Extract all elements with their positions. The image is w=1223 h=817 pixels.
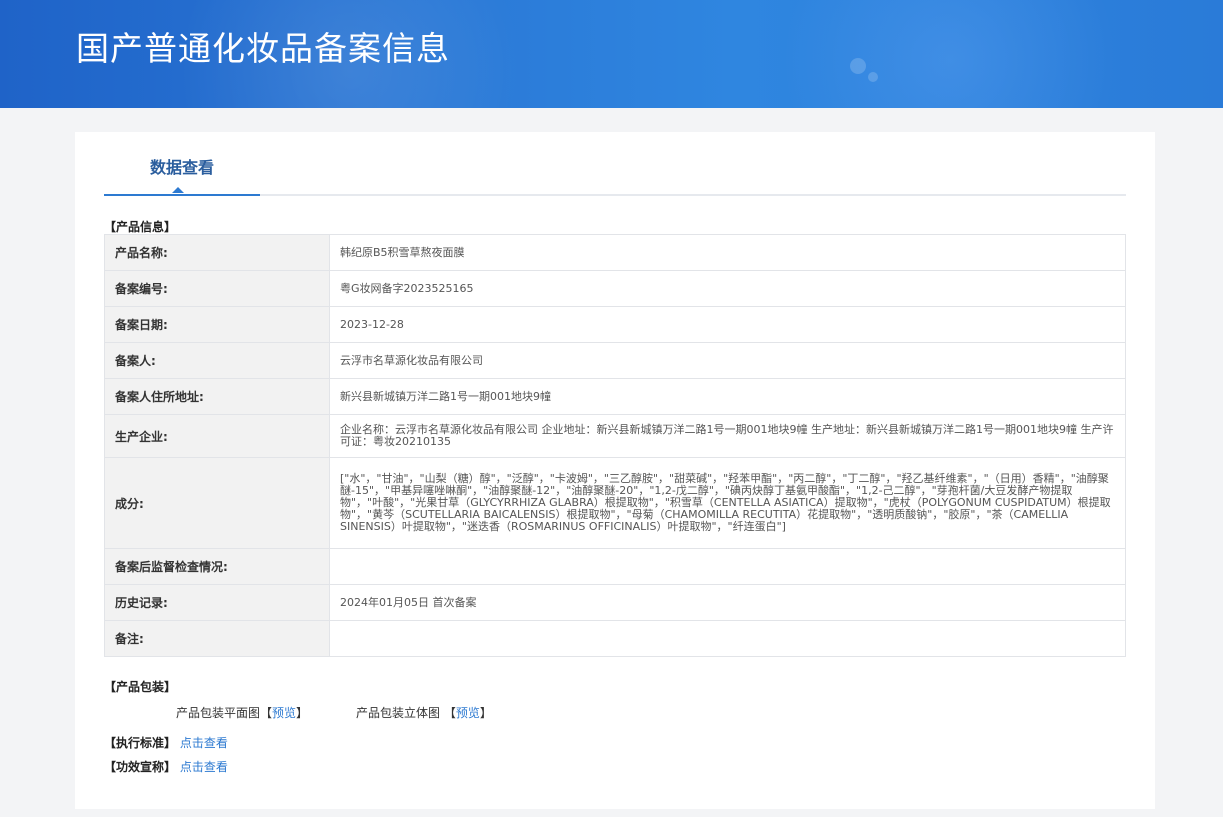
preview-solid-link[interactable]: 预览 bbox=[456, 706, 480, 720]
row-label: 备案日期: bbox=[104, 306, 330, 343]
row-value: 2023-12-28 bbox=[329, 306, 1126, 343]
product-info-table: 产品名称: 韩纪原B5积雪草熬夜面膜 备案编号: 粤G妆网备字202352516… bbox=[104, 234, 1126, 657]
banner-decoration bbox=[760, 0, 1140, 108]
table-row: 成分: ["水"，"甘油"，"山梨（糖）醇"，"泛醇"，"卡波姆"，"三乙醇胺"… bbox=[104, 457, 1126, 549]
row-value: 2024年01月05日 首次备案 bbox=[329, 584, 1126, 621]
row-label: 备案人住所地址: bbox=[104, 378, 330, 415]
header-banner: 国产普通化妆品备案信息 bbox=[0, 0, 1223, 108]
row-label: 备案编号: bbox=[104, 270, 330, 307]
table-row: 备案人住所地址: 新兴县新城镇万洋二路1号一期001地块9幢 bbox=[104, 378, 1126, 415]
bracket: 】 bbox=[479, 706, 492, 720]
standard-link[interactable]: 点击查看 bbox=[180, 736, 228, 750]
row-label: 生产企业: bbox=[104, 414, 330, 458]
efficacy-title: 【功效宣称】 bbox=[104, 760, 177, 774]
banner-decoration bbox=[868, 72, 878, 82]
tab-bar: 数据查看 bbox=[104, 132, 1126, 196]
row-label: 产品名称: bbox=[104, 234, 330, 271]
package-solid-label: 产品包装立体图 bbox=[356, 706, 441, 720]
row-label: 备案后监督检查情况: bbox=[104, 548, 330, 585]
table-row: 备案后监督检查情况: bbox=[104, 548, 1126, 585]
table-row: 备案人: 云浮市名草源化妆品有限公司 bbox=[104, 342, 1126, 379]
row-label: 成分: bbox=[104, 457, 330, 549]
row-value: 韩纪原B5积雪草熬夜面膜 bbox=[329, 234, 1126, 271]
row-value bbox=[329, 620, 1126, 657]
table-row: 产品名称: 韩纪原B5积雪草熬夜面膜 bbox=[104, 234, 1126, 271]
row-value: 云浮市名草源化妆品有限公司 bbox=[329, 342, 1126, 379]
table-row: 生产企业: 企业名称：云浮市名草源化妆品有限公司 企业地址：新兴县新城镇万洋二路… bbox=[104, 414, 1126, 458]
row-value bbox=[329, 548, 1126, 585]
efficacy-row: 【功效宣称】 点击查看 bbox=[104, 758, 228, 775]
page-title: 国产普通化妆品备案信息 bbox=[76, 29, 450, 68]
row-label: 历史记录: bbox=[104, 584, 330, 621]
package-title: 【产品包装】 bbox=[104, 680, 177, 694]
table-row: 历史记录: 2024年01月05日 首次备案 bbox=[104, 584, 1126, 621]
standard-row: 【执行标准】 点击查看 bbox=[104, 734, 228, 751]
row-value: 企业名称：云浮市名草源化妆品有限公司 企业地址：新兴县新城镇万洋二路1号一期00… bbox=[329, 414, 1126, 458]
banner-decoration bbox=[850, 58, 866, 74]
preview-flat-link[interactable]: 预览 bbox=[272, 706, 296, 720]
table-row: 备案日期: 2023-12-28 bbox=[104, 306, 1126, 343]
efficacy-link[interactable]: 点击查看 bbox=[180, 760, 228, 774]
package-flat-label: 产品包装平面图 bbox=[176, 706, 261, 720]
row-label: 备注: bbox=[104, 620, 330, 657]
package-flat: 产品包装平面图【预览】 bbox=[176, 704, 308, 721]
row-value: ["水"，"甘油"，"山梨（糖）醇"，"泛醇"，"卡波姆"，"三乙醇胺"，"甜菜… bbox=[329, 457, 1126, 549]
bracket: 【 bbox=[260, 706, 273, 720]
table-row: 备案编号: 粤G妆网备字2023525165 bbox=[104, 270, 1126, 307]
bracket: 】 bbox=[296, 706, 309, 720]
standard-title: 【执行标准】 bbox=[104, 736, 177, 750]
content-card: 数据查看 【产品信息】 产品名称: 韩纪原B5积雪草熬夜面膜 备案编号: 粤G妆… bbox=[75, 132, 1155, 809]
bracket: 【 bbox=[443, 706, 456, 720]
row-label: 备案人: bbox=[104, 342, 330, 379]
row-value: 粤G妆网备字2023525165 bbox=[329, 270, 1126, 307]
tab-active-indicator bbox=[172, 187, 184, 193]
package-solid: 产品包装立体图 【预览】 bbox=[356, 704, 492, 721]
table-row: 备注: bbox=[104, 620, 1126, 657]
product-info-title: 【产品信息】 bbox=[104, 220, 177, 234]
row-value: 新兴县新城镇万洋二路1号一期001地块9幢 bbox=[329, 378, 1126, 415]
